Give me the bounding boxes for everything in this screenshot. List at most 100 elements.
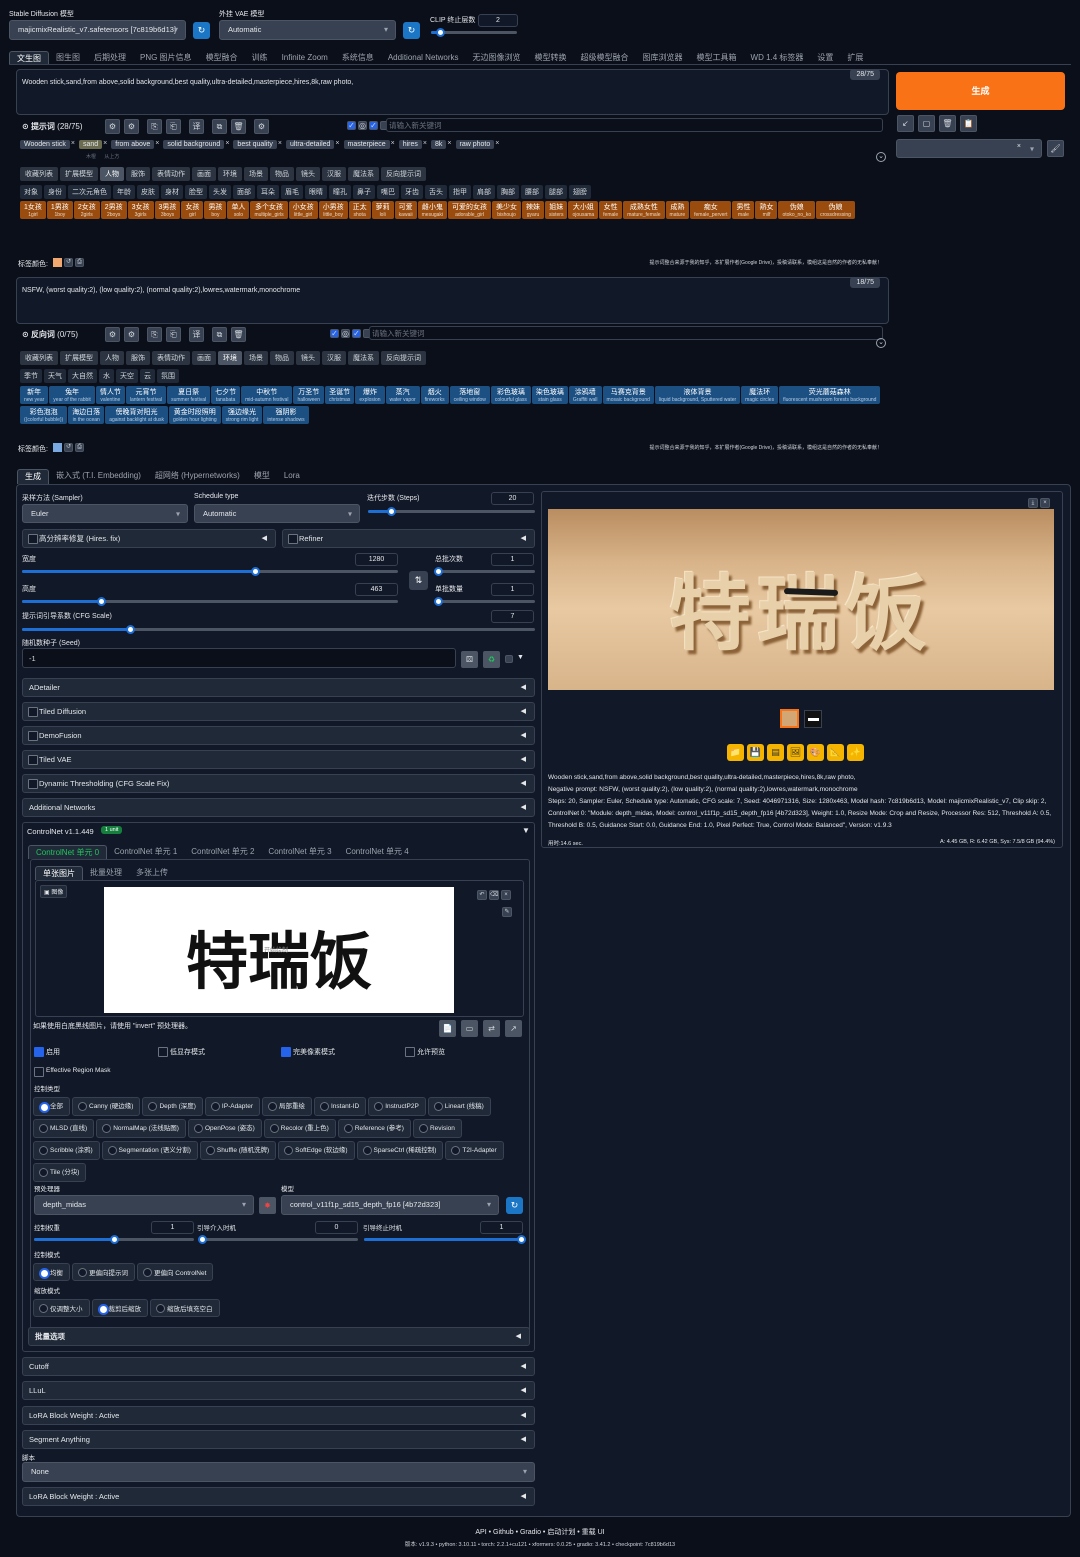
tag-button[interactable]: 3女孩 3girls	[127, 201, 154, 219]
send-icon[interactable]: ↗	[505, 1020, 522, 1037]
prompt-chip[interactable]: masterpiece	[343, 140, 390, 149]
close-icon[interactable]: ×	[225, 140, 229, 149]
category-tab[interactable]: 场景	[244, 167, 268, 181]
prompt-chip[interactable]: sand	[78, 140, 103, 149]
lora-block-weight-accordion-2[interactable]: LoRA Block Weight : Active	[22, 1487, 535, 1506]
check-icon[interactable]: ✓	[369, 121, 378, 130]
trash-icon[interactable]: 🗑	[231, 327, 246, 342]
tag-button[interactable]: 男孩 boy	[204, 201, 227, 219]
prompt-chip[interactable]: best quality	[233, 140, 277, 149]
clip-slider[interactable]	[431, 28, 517, 37]
trash-icon[interactable]: 🗑	[231, 119, 246, 134]
allow-preview-checkbox[interactable]: 允许预览	[405, 1047, 445, 1057]
tab-5[interactable]: 训练	[245, 51, 275, 65]
category-tab[interactable]: 氛围	[157, 369, 179, 383]
paste-icon[interactable]: ⎗	[166, 327, 181, 342]
tag-button[interactable]: 1男孩 1boy	[46, 201, 73, 219]
save-icon[interactable]: ⎙	[75, 258, 84, 267]
close-icon[interactable]: ×	[278, 140, 282, 149]
tag-button[interactable]: 辣妹 gyaru	[522, 201, 545, 219]
close-icon[interactable]: ×	[71, 140, 75, 149]
cfg-input[interactable]: 7	[491, 610, 534, 623]
width-input[interactable]: 1280	[355, 553, 398, 566]
tab-2[interactable]: 后期处理	[87, 51, 133, 65]
category-tab[interactable]: 嘴巴	[377, 185, 399, 199]
close-icon[interactable]: ×	[495, 140, 499, 149]
controlnet-unit-tab[interactable]: ControlNet 单元 4	[339, 845, 416, 859]
chevron-down-icon[interactable]: ⌄	[876, 152, 886, 162]
footer-link[interactable]: 启动计划	[547, 1529, 575, 1536]
gear-icon[interactable]: ⚙	[124, 119, 139, 134]
tag-button[interactable]: 女性 female	[599, 201, 623, 219]
radio-option[interactable]: IP-Adapter	[204, 1097, 260, 1116]
accordion-llul[interactable]: LLuL	[22, 1381, 535, 1400]
footer-link[interactable]: 重载 UI	[582, 1529, 605, 1536]
category-tab[interactable]: 腿部	[545, 185, 567, 199]
radio-option[interactable]: SoftEdge (软边缘)	[278, 1141, 355, 1160]
category-tab[interactable]: 面部	[233, 185, 255, 199]
tag-button[interactable]: 荧光蘑菇森林 fluorescent mushroom forests backg…	[779, 386, 881, 404]
category-tab[interactable]: 瞳孔	[329, 185, 351, 199]
category-tab[interactable]: 服饰	[126, 167, 150, 181]
controlnet-unit-tab[interactable]: ControlNet 单元 2	[184, 845, 261, 859]
controlnet-unit-tab[interactable]: ControlNet 单元 3	[261, 845, 338, 859]
category-tab[interactable]: 天空	[116, 369, 138, 383]
radio-option[interactable]: MLSD (直线)	[33, 1119, 95, 1138]
tag-button[interactable]: 姐妹 sisters	[545, 201, 568, 219]
send-img2img-icon[interactable]: 🖼	[787, 744, 804, 761]
radio-option[interactable]: InstructP2P	[368, 1097, 426, 1116]
category-tab[interactable]: 镜头	[296, 167, 320, 181]
tag-button[interactable]: 成熟 mature	[665, 201, 690, 219]
tag-button[interactable]: 痴女 female_pervert	[690, 201, 732, 219]
collapse-triangle-icon[interactable]: ▼	[522, 826, 530, 835]
tag-button[interactable]: 男性 male	[732, 201, 755, 219]
tag-button[interactable]: 彩色玻璃 colourful glass	[490, 386, 531, 404]
tab-13[interactable]: 模型工具箱	[690, 51, 744, 65]
gen-tab-3[interactable]: 模型	[247, 469, 277, 484]
tag-button[interactable]: 魔法环 magic circles	[741, 386, 779, 404]
prompt-chip[interactable]: from above	[111, 140, 155, 149]
steps-slider[interactable]	[368, 507, 535, 516]
output-image[interactable]: 特瑞饭	[548, 509, 1054, 690]
category-tab[interactable]: 环境	[218, 351, 242, 365]
trash-icon[interactable]: 🗑	[939, 115, 956, 132]
category-tab[interactable]: 牙齿	[401, 185, 423, 199]
close-icon[interactable]: ×	[501, 890, 511, 900]
prompt-chip[interactable]: 8k	[431, 140, 447, 149]
radio-option[interactable]: 裁剪后缩放	[91, 1299, 148, 1317]
sd-model-select[interactable]: majicmixRealistic_v7.safetensors [7c819b…	[9, 20, 186, 40]
category-tab[interactable]: 头发	[209, 185, 231, 199]
accordion-adetailer[interactable]: ADetailer	[22, 678, 535, 697]
prompt-chip[interactable]: hires	[398, 140, 422, 149]
triangle-down-icon[interactable]: ▼	[517, 654, 524, 661]
radio-option[interactable]: 仅调整大小	[33, 1299, 90, 1317]
tag-button[interactable]: 1女孩 1girl	[20, 201, 46, 219]
category-tab[interactable]: 身材	[161, 185, 183, 199]
history-icon[interactable]: ⧉	[212, 327, 227, 342]
close-icon[interactable]: ×	[335, 140, 339, 149]
seed-input[interactable]: -1	[22, 648, 456, 668]
category-tab[interactable]: 人物	[100, 351, 124, 365]
swap-icon[interactable]: ⇅	[409, 571, 428, 590]
category-tab[interactable]: 腰部	[521, 185, 543, 199]
tab-10[interactable]: 模型转换	[528, 51, 574, 65]
close-icon[interactable]: ×	[1017, 143, 1021, 150]
tab-0[interactable]: 文生图	[9, 51, 49, 65]
model-select[interactable]: control_v11f1p_sd15_depth_fp16 [4b72d323…	[281, 1195, 499, 1215]
enable-checkbox[interactable]: 启用	[34, 1047, 60, 1057]
tag-button[interactable]: 兔年 year of the rabbit	[49, 386, 95, 404]
end-input[interactable]: 1	[480, 1221, 523, 1234]
close-icon[interactable]: ×	[1040, 498, 1050, 508]
radio-option[interactable]: 局部重绘	[262, 1097, 312, 1116]
tag-button[interactable]: 雌小鬼 mesugaki	[417, 201, 448, 219]
accordion-tiled-diffusion[interactable]: Tiled Diffusion	[22, 702, 535, 721]
tag-button[interactable]: 3男孩 3boys	[154, 201, 181, 219]
category-tab[interactable]: 翅膀	[569, 185, 591, 199]
start-input[interactable]: 0	[315, 1221, 358, 1234]
close-icon[interactable]: ×	[155, 140, 159, 149]
square-icon[interactable]: ▢	[918, 115, 935, 132]
category-tab[interactable]: 扩展模型	[60, 167, 98, 181]
footer-link[interactable]: Gradio	[520, 1529, 541, 1536]
settings-icon[interactable]: ⚙	[105, 119, 120, 134]
tag-button[interactable]: 海边日落 in the ocean	[68, 406, 105, 424]
